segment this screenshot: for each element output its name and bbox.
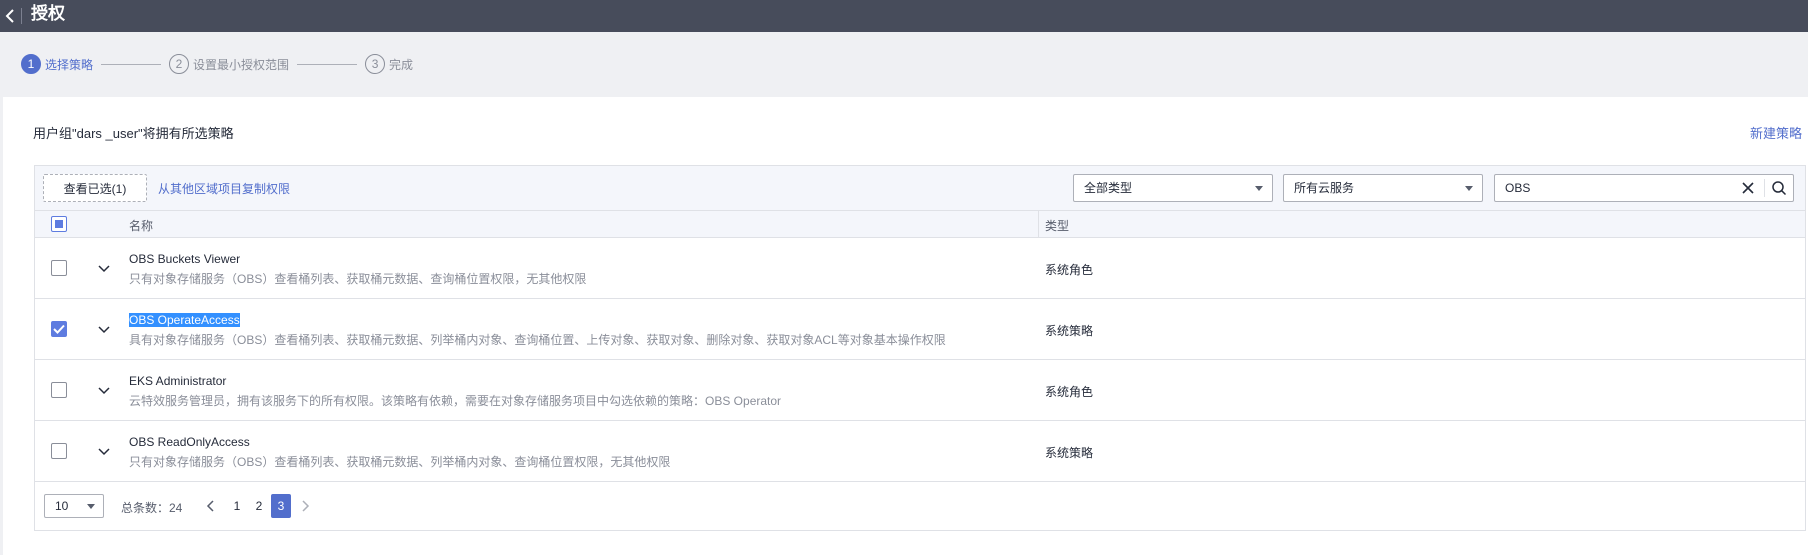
policy-type: 系统角色 xyxy=(1045,263,1094,277)
page-2-button[interactable]: 2 xyxy=(249,494,269,518)
table-row: OBS Buckets Viewer 只有对象存储服务（OBS）查看桶列表、获取… xyxy=(35,238,1805,299)
column-divider xyxy=(1038,211,1039,237)
table-toolbar: 查看已选(1) 从其他区域项目复制权限 全部类型 所有云服务 xyxy=(35,166,1805,210)
table-row: OBS ReadOnlyAccess 只有对象存储服务（OBS）查看桶列表、获取… xyxy=(35,421,1805,482)
policy-description: 只有对象存储服务（OBS）查看桶列表、获取桶元数据、列举桶内对象、查询桶位置权限… xyxy=(129,455,671,469)
total-count: 总条数：24 xyxy=(121,501,183,515)
step-2-number: 2 xyxy=(169,54,190,74)
step-2: 2 设置最小授权范围 xyxy=(169,54,289,74)
new-policy-link[interactable]: 新建策略 xyxy=(1750,123,1802,142)
chevron-left-icon[interactable] xyxy=(3,8,19,24)
steps: 1 选择策略 2 设置最小授权范围 3 完成 xyxy=(21,54,413,74)
chevron-down-icon[interactable] xyxy=(97,322,111,336)
step-1: 1 选择策略 xyxy=(21,54,93,74)
step-connector xyxy=(101,63,162,65)
chevron-right-icon[interactable] xyxy=(299,499,311,513)
chevron-down-icon[interactable] xyxy=(97,444,111,458)
caret-down-icon xyxy=(1255,186,1263,191)
policy-description: 只有对象存储服务（OBS）查看桶列表、获取桶元数据、查询桶位置权限，无其他权限 xyxy=(129,272,587,286)
search-icon[interactable] xyxy=(1771,180,1787,196)
chevron-left-icon[interactable] xyxy=(205,499,217,513)
policy-type: 系统策略 xyxy=(1045,324,1094,338)
type-select-value: 全部类型 xyxy=(1084,181,1133,195)
policy-name: OBS ReadOnlyAccess xyxy=(129,435,250,449)
caret-down-icon xyxy=(87,504,95,509)
policy-name: OBS Buckets Viewer xyxy=(129,252,241,266)
check-icon xyxy=(53,324,65,334)
policy-name: EKS Administrator xyxy=(129,374,227,388)
row-checkbox[interactable] xyxy=(51,321,67,337)
pagination: 10 总条数：24 1 2 3 xyxy=(35,482,1805,530)
clear-icon[interactable] xyxy=(1741,181,1755,195)
page-1-button[interactable]: 1 xyxy=(227,494,247,518)
type-select[interactable]: 全部类型 xyxy=(1073,174,1273,202)
view-selected-button[interactable]: 查看已选(1) xyxy=(43,174,147,202)
topbar-divider xyxy=(21,8,22,24)
group-description: 用户组"dars _user"将拥有所选策略 xyxy=(33,126,234,141)
page-title: 授权 xyxy=(31,4,65,23)
row-checkbox[interactable] xyxy=(51,382,67,398)
table-row: EKS Administrator 云特效服务管理员，拥有该服务下的所有权限。该… xyxy=(35,360,1805,421)
step-1-number: 1 xyxy=(21,54,41,74)
chevron-down-icon[interactable] xyxy=(97,383,111,397)
service-select-value: 所有云服务 xyxy=(1294,181,1355,195)
chevron-down-icon[interactable] xyxy=(97,261,111,275)
row-checkbox[interactable] xyxy=(51,260,67,276)
policy-description: 具有对象存储服务（OBS）查看桶列表、获取桶元数据、列举桶内对象、查询桶位置、上… xyxy=(129,333,946,347)
page-size-value: 10 xyxy=(55,499,69,513)
copy-permissions-link[interactable]: 从其他区域项目复制权限 xyxy=(158,180,290,197)
policy-type: 系统角色 xyxy=(1045,385,1094,399)
table-row: OBS OperateAccess 具有对象存储服务（OBS）查看桶列表、获取桶… xyxy=(35,299,1805,360)
page-size-select[interactable]: 10 xyxy=(44,494,104,518)
column-header-type: 类型 xyxy=(1045,219,1070,233)
search-input[interactable] xyxy=(1495,175,1727,201)
caret-down-icon xyxy=(1465,186,1473,191)
table-header: 名称 类型 xyxy=(35,210,1805,238)
top-bar: 授权 xyxy=(0,0,1808,32)
step-3-label: 完成 xyxy=(389,57,414,72)
policy-type: 系统策略 xyxy=(1045,446,1094,460)
service-select[interactable]: 所有云服务 xyxy=(1283,174,1483,202)
select-all-checkbox[interactable] xyxy=(51,216,67,232)
column-header-name: 名称 xyxy=(129,219,154,233)
policy-name: OBS OperateAccess xyxy=(129,313,240,327)
step-3-number: 3 xyxy=(365,54,386,74)
step-1-label: 选择策略 xyxy=(45,57,94,72)
row-checkbox[interactable] xyxy=(51,443,67,459)
search-box xyxy=(1494,174,1794,202)
search-divider xyxy=(1764,179,1765,197)
page-3-button[interactable]: 3 xyxy=(271,494,291,518)
step-connector xyxy=(297,63,358,65)
policy-description: 云特效服务管理员，拥有该服务下的所有权限。该策略有依赖，需要在对象存储服务项目中… xyxy=(129,394,782,408)
step-2-label: 设置最小授权范围 xyxy=(193,57,290,72)
policy-table: 查看已选(1) 从其他区域项目复制权限 全部类型 所有云服务 名称 类型 OBS… xyxy=(34,165,1806,531)
step-3: 3 完成 xyxy=(365,54,413,74)
